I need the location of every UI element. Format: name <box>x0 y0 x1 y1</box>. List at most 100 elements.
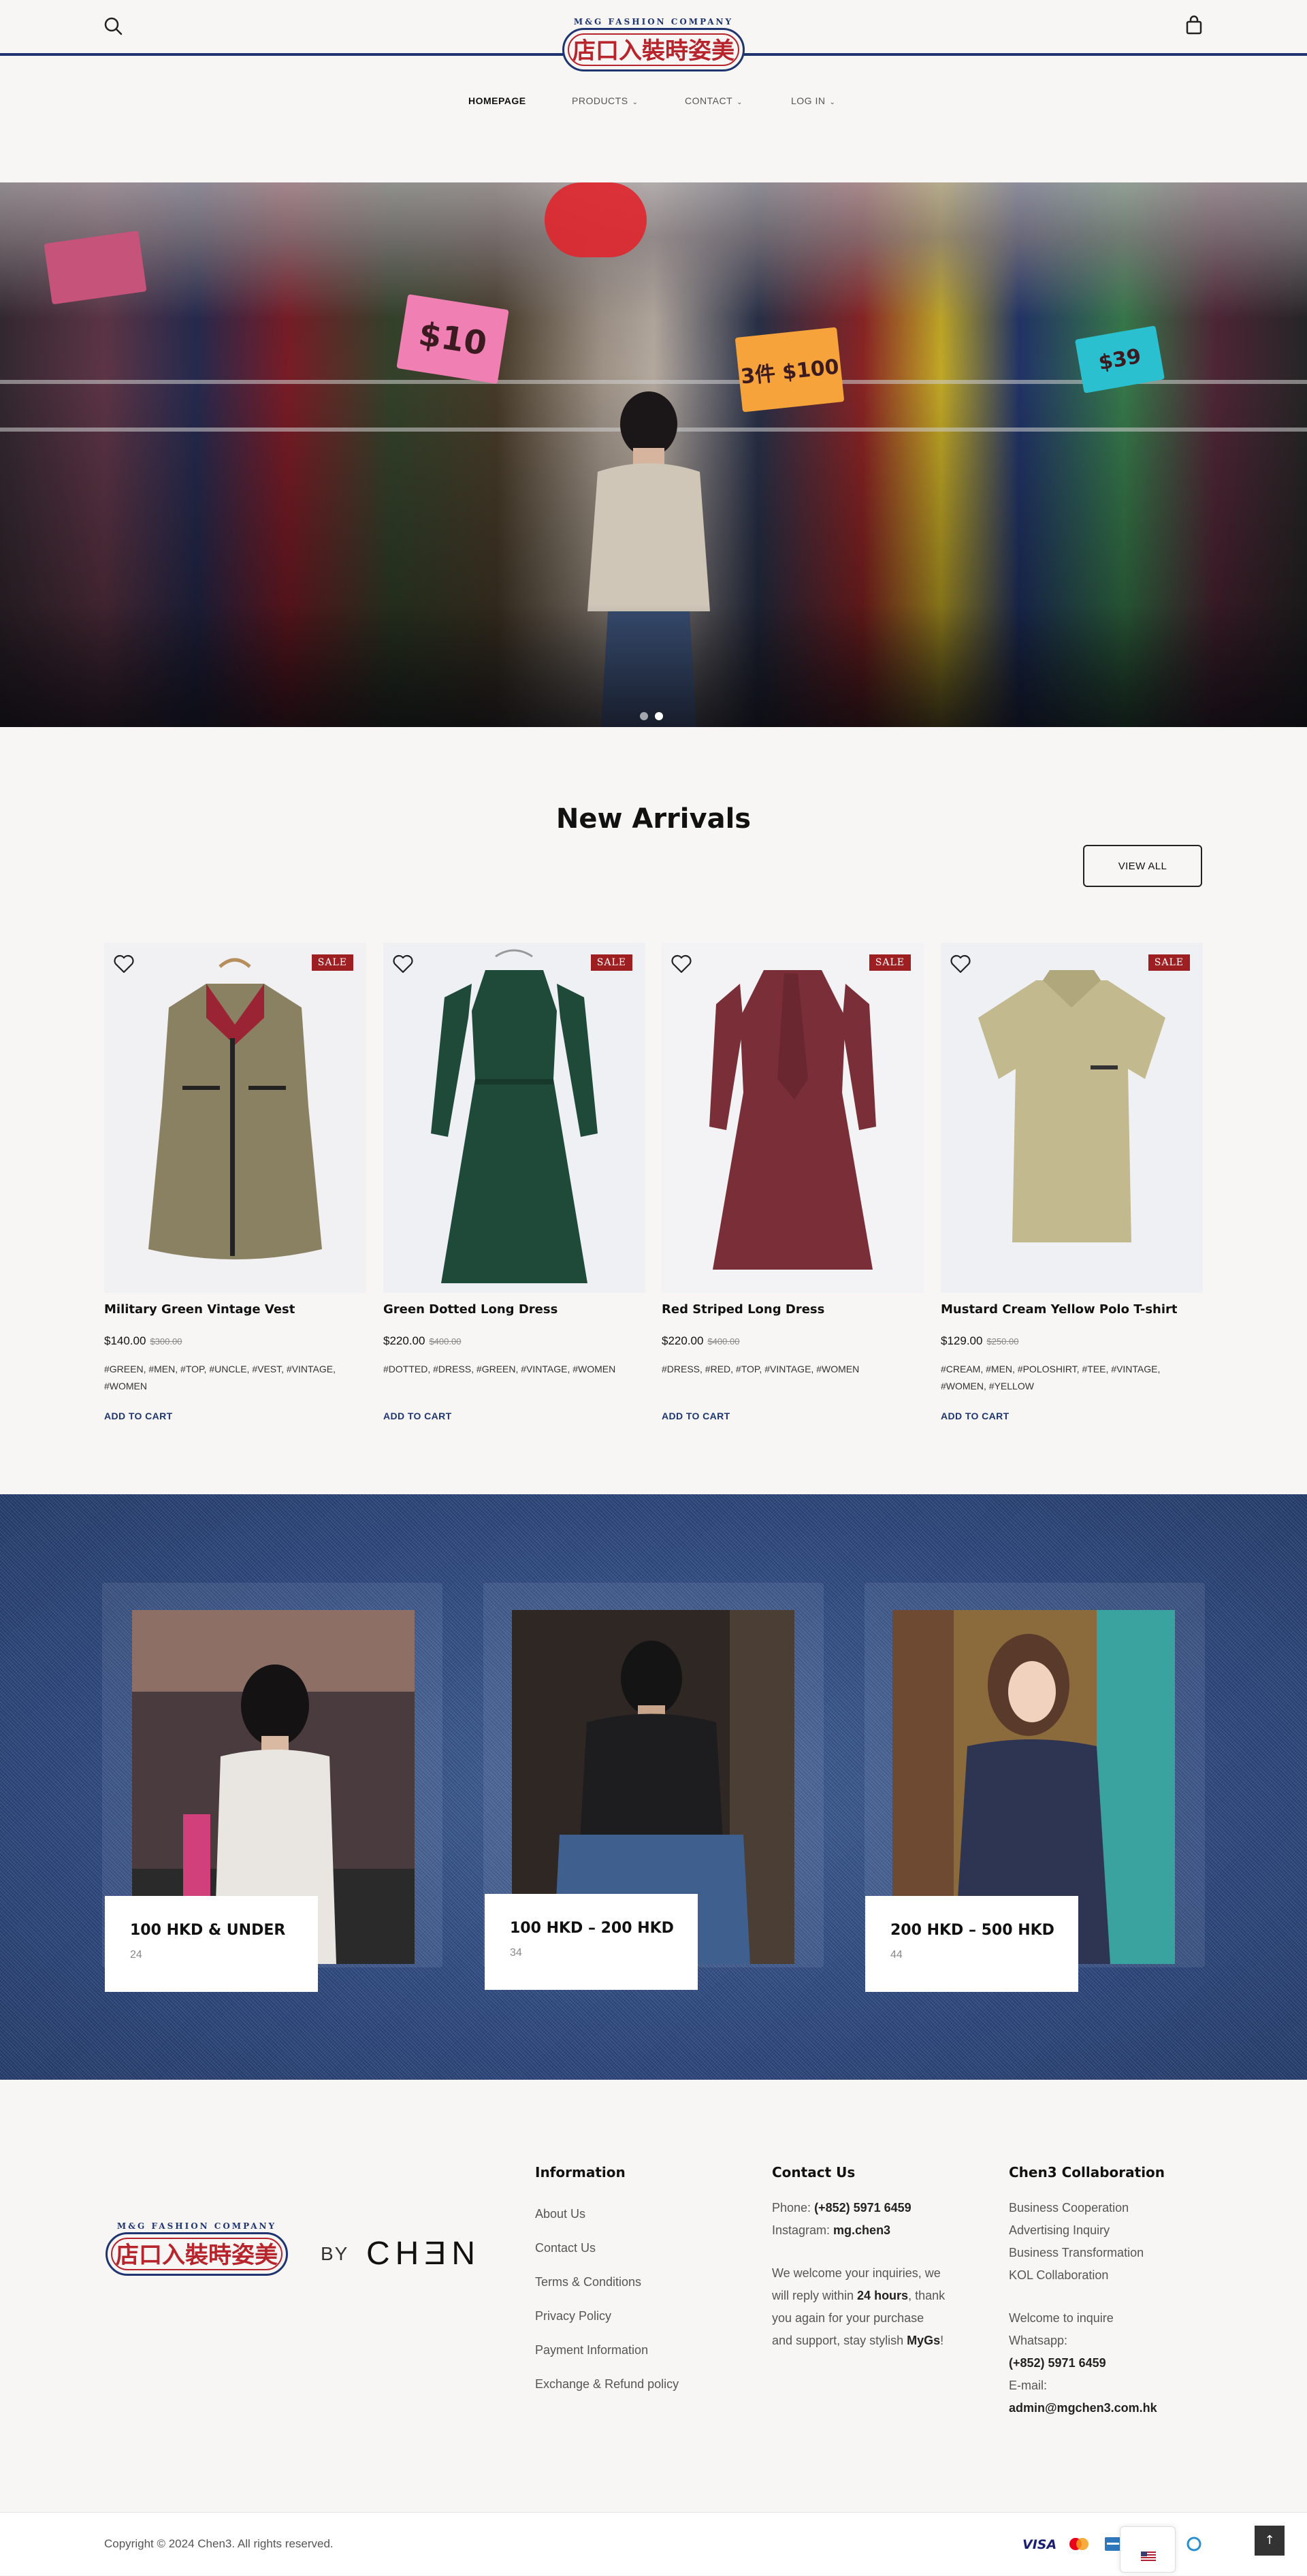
product-image[interactable]: SALE <box>662 943 924 1293</box>
visa-text: VISA <box>1022 2537 1056 2552</box>
nav-homepage[interactable]: HOMEPAGE <box>468 95 526 106</box>
nav-login[interactable]: LOG IN ⌄ <box>791 95 835 106</box>
product-tags[interactable]: #DOTTED, #DRESS, #GREEN, #VINTAGE, #WOME… <box>383 1361 642 1378</box>
footer-information: Information About Us Contact Us Terms & … <box>535 2164 679 2401</box>
phone-value[interactable]: (+852) 5971 6459 <box>814 2201 911 2215</box>
add-to-cart-link[interactable]: ADD TO CART <box>383 1411 452 1421</box>
site-logo[interactable]: M&G FASHION COMPANY 店口入裝時姿美 <box>561 17 746 74</box>
view-all-button[interactable]: VIEW ALL <box>1083 845 1202 887</box>
polo-illustration <box>941 943 1203 1293</box>
collab-inquire: Welcome to inquire <box>1009 2311 1114 2325</box>
instagram-label: Instagram: <box>772 2223 834 2237</box>
original-price: $300.00 <box>150 1336 182 1347</box>
wishlist-heart-icon[interactable] <box>391 953 415 975</box>
current-price: $129.00 <box>941 1334 983 1347</box>
product-tags[interactable]: #CREAM, #MEN, #POLOSHIRT, #TEE, #VINTAGE… <box>941 1361 1199 1395</box>
wishlist-heart-icon[interactable] <box>670 953 693 975</box>
sale-badge: SALE <box>590 954 632 971</box>
footer-bottom-bar: Copyright © 2024 Chen3. All rights reser… <box>0 2512 1307 2575</box>
chen3-logo-text: CHƎN <box>366 2236 481 2272</box>
product-image[interactable]: SALE <box>383 943 645 1293</box>
msg-part: ! <box>940 2334 944 2347</box>
add-to-cart-link[interactable]: ADD TO CART <box>104 1411 173 1421</box>
collab-item: Business Transformation <box>1009 2246 1144 2259</box>
original-price: $400.00 <box>429 1336 462 1347</box>
hero-slider-dots <box>640 712 667 722</box>
hero-price-sign: 3件 $100 <box>735 327 845 413</box>
category-title: 100 HKD – 200 HKD <box>510 1920 674 1937</box>
product-price: $220.00 $400.00 <box>383 1334 461 1348</box>
back-to-top-button[interactable]: ↑ <box>1255 2526 1285 2556</box>
slider-dot[interactable] <box>640 712 648 720</box>
chevron-down-icon: ⌄ <box>632 99 639 106</box>
category-card[interactable]: 100 HKD – 200 HKD 34 <box>485 1894 698 1990</box>
site-footer: M&G FASHION COMPANY 店口入裝時姿美 BY CHƎN Info… <box>0 2080 1307 2512</box>
nav-label: PRODUCTS <box>572 95 628 106</box>
instagram-handle[interactable]: mg.chen3 <box>833 2223 890 2237</box>
search-icon[interactable] <box>102 15 125 38</box>
logo-badge-inner: 店口入裝時姿美 <box>568 33 739 66</box>
collab-item: KOL Collaboration <box>1009 2268 1109 2282</box>
contact-message: you again for your purchase <box>772 2311 924 2325</box>
msg-part: , thank <box>908 2289 946 2302</box>
category-count: 34 <box>510 1947 522 1959</box>
hero-price-sign <box>44 230 147 305</box>
chevron-down-icon: ⌄ <box>737 99 743 106</box>
logo-chinese-text: 店口入裝時姿美 <box>116 2242 278 2269</box>
us-flag-icon <box>1141 2551 1156 2561</box>
logo-company-name: M&G FASHION COMPANY <box>116 2221 277 2231</box>
mastercard-icon <box>1067 2533 1091 2555</box>
collab-whatsapp[interactable]: (+852) 5971 6459 <box>1009 2352 1165 2374</box>
chen3-logo[interactable]: CHƎN <box>366 2233 496 2274</box>
logo-company-name: M&G FASHION COMPANY <box>573 17 734 27</box>
contact-phone: Phone: (+852) 5971 6459 <box>772 2197 945 2219</box>
language-selector[interactable] <box>1120 2526 1176 2573</box>
add-to-cart-link[interactable]: ADD TO CART <box>662 1411 730 1421</box>
footer-link-payment[interactable]: Payment Information <box>535 2333 679 2367</box>
footer-contact: Contact Us Phone: (+852) 5971 6459 Insta… <box>772 2164 945 2352</box>
dress-illustration <box>662 943 924 1293</box>
footer-link-about[interactable]: About Us <box>535 2197 679 2231</box>
vest-illustration <box>104 943 366 1293</box>
product-name[interactable]: Red Striped Long Dress <box>662 1302 824 1317</box>
whatsapp-value: (+852) 5971 6459 <box>1009 2356 1106 2370</box>
visa-icon: VISA <box>1021 2533 1056 2555</box>
section-title: New Arrivals <box>555 803 752 835</box>
product-card: SALE Red Striped Long Dress $220.00 $400.… <box>662 943 924 1421</box>
slider-dot-active[interactable] <box>655 712 663 720</box>
footer-link-refund[interactable]: Exchange & Refund policy <box>535 2367 679 2401</box>
wishlist-heart-icon[interactable] <box>112 953 135 975</box>
product-tags[interactable]: #GREEN, #MEN, #TOP, #UNCLE, #VEST, #VINT… <box>104 1361 363 1395</box>
product-image[interactable]: SALE <box>941 943 1203 1293</box>
nav-contact[interactable]: CONTACT ⌄ <box>685 95 743 106</box>
shopping-bag-icon[interactable] <box>1182 14 1206 38</box>
msg-part: will reply within <box>772 2289 858 2302</box>
product-name[interactable]: Military Green Vintage Vest <box>104 1302 295 1317</box>
wishlist-heart-icon[interactable] <box>949 953 972 975</box>
product-name[interactable]: Mustard Cream Yellow Polo T-shirt <box>941 1302 1178 1317</box>
product-image[interactable]: SALE <box>104 943 366 1293</box>
sale-badge: SALE <box>869 954 911 971</box>
product-tags[interactable]: #DRESS, #RED, #TOP, #VINTAGE, #WOMEN <box>662 1361 920 1378</box>
product-name[interactable]: Green Dotted Long Dress <box>383 1302 558 1317</box>
category-card[interactable]: 100 HKD & UNDER 24 <box>105 1896 318 1992</box>
footer-link-contact[interactable]: Contact Us <box>535 2231 679 2265</box>
category-card[interactable]: 200 HKD – 500 HKD 44 <box>865 1896 1078 1992</box>
footer-logo[interactable]: M&G FASHION COMPANY 店口入裝時姿美 <box>104 2221 289 2279</box>
nav-products[interactable]: PRODUCTS ⌄ <box>572 95 638 106</box>
add-to-cart-link[interactable]: ADD TO CART <box>941 1411 1010 1421</box>
collab-email[interactable]: admin@mgchen3.com.hk <box>1009 2397 1165 2419</box>
nav-label: LOG IN <box>791 95 826 106</box>
footer-link-privacy[interactable]: Privacy Policy <box>535 2299 679 2333</box>
collab-email-label: E-mail: <box>1009 2379 1048 2392</box>
hero-banner[interactable]: $10 3件 $100 $39 <box>0 182 1307 727</box>
footer-link-terms[interactable]: Terms & Conditions <box>535 2265 679 2299</box>
main-nav: HOMEPAGE PRODUCTS ⌄ CONTACT ⌄ LOG IN ⌄ <box>0 93 1307 113</box>
email-value: admin@mgchen3.com.hk <box>1009 2401 1157 2415</box>
copyright-text: Copyright © 2024 Chen3. All rights reser… <box>104 2537 334 2550</box>
msg-emphasis: 24 hours <box>857 2289 909 2302</box>
phone-label: Phone: <box>772 2201 815 2215</box>
logo-badge: 店口入裝時姿美 <box>106 2232 288 2276</box>
sale-badge: SALE <box>1148 954 1190 971</box>
